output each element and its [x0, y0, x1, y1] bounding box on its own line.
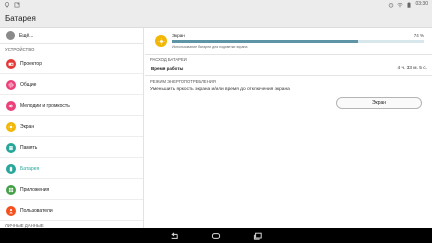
usage-caption: Использование батареи для подсветки экра…: [172, 45, 248, 49]
back-icon: [171, 231, 178, 239]
bulb-icon: [4, 1, 10, 7]
section-header-battery-usage: РАСХОД БАТАРЕИ: [150, 57, 187, 62]
notification-icon: [14, 2, 20, 7]
sidebar-item-general[interactable]: Общие: [0, 75, 143, 95]
navigation-bar: [0, 228, 432, 243]
apps-icon: [6, 185, 16, 195]
sidebar-item-label: Память: [20, 145, 38, 151]
projector-icon: [6, 59, 16, 69]
volume-icon: [6, 101, 16, 111]
usage-name: Экран: [172, 33, 185, 38]
avatar: [6, 31, 15, 40]
page-title: Батарея: [5, 14, 36, 23]
sidebar-item-label: Мелодии и громкость: [20, 103, 70, 109]
runtime-label: Время работы: [151, 66, 184, 71]
app-bar: Батарея: [0, 9, 432, 28]
section-header-device: УСТРОЙСТВО: [5, 47, 35, 52]
account-label: Ещё...: [19, 33, 34, 39]
sidebar-item-apps[interactable]: Приложения: [0, 180, 143, 200]
status-time: 03:30: [415, 1, 428, 7]
sidebar: Ещё... УСТРОЙСТВО Проектор Общие Мелодии…: [0, 28, 144, 228]
sidebar-item-sounds[interactable]: Мелодии и громкость: [0, 96, 143, 116]
divider: [145, 75, 432, 76]
sidebar-item-label: Приложения: [20, 187, 50, 193]
back-button[interactable]: [167, 230, 181, 241]
section-header-power-mode: РЕЖИМ ЭНЕРГОПОТРЕБЛЕНИЯ: [150, 79, 216, 84]
alarm-icon: [389, 2, 394, 8]
sidebar-item-projector[interactable]: Проектор: [0, 54, 143, 74]
sidebar-item-battery[interactable]: Батарея: [0, 159, 143, 179]
account-item[interactable]: Ещё...: [0, 28, 143, 44]
brightness-icon: [155, 35, 167, 47]
status-bar-right: 03:30: [388, 0, 428, 9]
power-mode-description: Уменьшить яркость экрана и/или время до …: [150, 87, 290, 92]
recents-button[interactable]: [251, 230, 265, 241]
status-bar-left: [4, 0, 20, 9]
sidebar-item-label: Пользователи: [20, 208, 53, 214]
brightness-icon: [6, 122, 16, 132]
screen-settings-button[interactable]: Экран: [336, 97, 422, 109]
main-panel: Экран 74 % Использование батареи для под…: [145, 28, 432, 228]
recents-icon: [253, 232, 262, 240]
sidebar-item-display[interactable]: Экран: [0, 117, 143, 137]
users-icon: [6, 206, 16, 216]
sidebar-item-label: Батарея: [20, 166, 40, 172]
usage-progress-bar: [172, 40, 424, 43]
runtime-value: 4 ч. 33 м. 5 с.: [397, 66, 427, 71]
wifi-icon: [397, 2, 404, 7]
storage-icon: [6, 143, 16, 153]
battery-icon: [407, 1, 411, 8]
usage-progress-fill: [172, 40, 359, 43]
battery-usage-item[interactable]: Экран 74 % Использование батареи для под…: [151, 30, 427, 53]
status-bar: 03:30: [0, 0, 432, 9]
sidebar-item-label: Проектор: [20, 61, 42, 67]
sidebar-item-label: Общие: [20, 82, 37, 88]
usage-percent: 74 %: [413, 33, 424, 38]
sidebar-item-users[interactable]: Пользователи: [0, 201, 143, 221]
battery-icon: [6, 164, 16, 174]
home-icon: [211, 232, 221, 239]
sidebar-item-label: Экран: [20, 124, 35, 130]
settings-icon: [6, 80, 16, 90]
sidebar-item-storage[interactable]: Память: [0, 138, 143, 158]
divider: [145, 54, 432, 55]
home-button[interactable]: [209, 230, 223, 241]
